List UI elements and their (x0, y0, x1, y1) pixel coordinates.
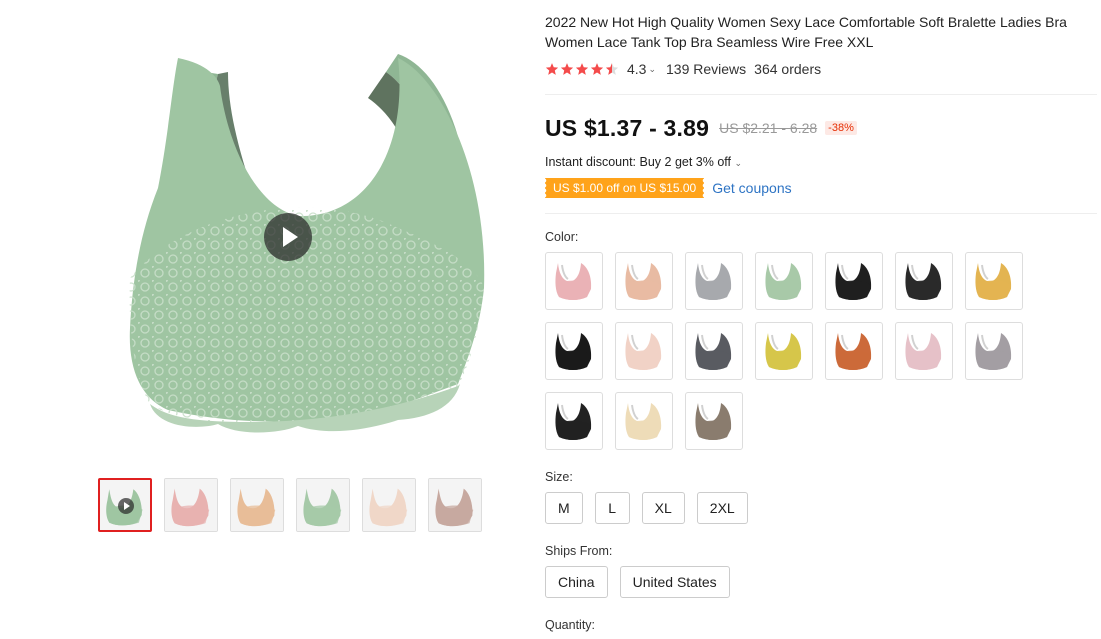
thumb-green[interactable] (296, 478, 350, 532)
ships-from-option[interactable]: United States (619, 566, 730, 598)
size-options: M L XL 2XL (545, 492, 1095, 524)
color-swatch[interactable] (965, 322, 1023, 380)
star-icon (605, 62, 619, 76)
color-swatch[interactable] (685, 392, 743, 450)
ships-from-label: Ships From: (545, 544, 613, 558)
divider (545, 94, 1097, 95)
thumb-green-video[interactable] (98, 478, 152, 532)
thumbnail-strip (98, 478, 482, 532)
play-icon (118, 498, 134, 514)
color-swatch[interactable] (545, 322, 603, 380)
rating-row: 4.3 ⌄ 139 Reviews 364 orders (545, 60, 1095, 78)
chevron-down-icon: ⌄ (734, 158, 743, 168)
size-option[interactable]: XL (641, 492, 685, 524)
ships-from-option[interactable]: China (545, 566, 608, 598)
color-swatch[interactable] (825, 322, 883, 380)
color-swatch[interactable] (615, 322, 673, 380)
color-swatch[interactable] (965, 252, 1023, 310)
get-coupons-link[interactable]: Get coupons (712, 180, 791, 196)
size-option[interactable]: L (594, 492, 630, 524)
color-label: Color: (545, 230, 579, 244)
color-swatch[interactable] (615, 392, 673, 450)
original-price: US $2.21 - 6.28 (719, 120, 818, 136)
divider (545, 213, 1097, 214)
size-option[interactable]: M (545, 492, 583, 524)
ships-from-options: China United States (545, 566, 1095, 598)
discount-badge: -38% (825, 121, 857, 135)
star-icon (545, 62, 559, 76)
thumb-nude[interactable] (230, 478, 284, 532)
color-swatch[interactable] (895, 322, 953, 380)
current-price: US $1.37 - 3.89 (545, 114, 710, 141)
product-info: 2022 New Hot High Quality Women Sexy Lac… (543, 12, 1097, 632)
thumb-folded[interactable] (362, 478, 416, 532)
instant-discount-text: Instant discount: Buy 2 get 3% off (545, 155, 731, 169)
reviews-link[interactable]: 139 Reviews (666, 61, 746, 77)
star-icon (590, 62, 604, 76)
color-swatch[interactable] (685, 252, 743, 310)
star-icon (560, 62, 574, 76)
product-title: 2022 New Hot High Quality Women Sexy Lac… (545, 14, 1067, 50)
color-swatch[interactable] (755, 252, 813, 310)
instant-discount[interactable]: Instant discount: Buy 2 get 3% off ⌄ (545, 155, 1095, 171)
star-rating (545, 62, 619, 76)
play-video-button[interactable] (264, 213, 312, 261)
star-icon (575, 62, 589, 76)
color-swatches (545, 252, 1095, 450)
rating-value[interactable]: 4.3 (627, 61, 646, 77)
color-swatch[interactable] (615, 252, 673, 310)
orders-count: 364 orders (754, 61, 822, 77)
size-option[interactable]: 2XL (696, 492, 748, 524)
color-swatch[interactable] (895, 252, 953, 310)
main-product-image[interactable] (68, 28, 508, 458)
coupon-badge[interactable]: US $1.00 off on US $15.00 (543, 178, 705, 198)
quantity-label: Quantity: (545, 618, 596, 632)
coupon-row: US $1.00 off on US $15.00 Get coupons (543, 177, 1095, 199)
thumb-model[interactable] (428, 478, 482, 532)
color-swatch[interactable] (825, 252, 883, 310)
size-label: Size: (545, 470, 573, 484)
color-swatch[interactable] (755, 322, 813, 380)
color-swatch[interactable] (545, 392, 603, 450)
thumb-pink[interactable] (164, 478, 218, 532)
color-swatch[interactable] (685, 322, 743, 380)
price-row: US $1.37 - 3.89 US $2.21 - 6.28 -38% (545, 113, 1095, 143)
color-swatch[interactable] (545, 252, 603, 310)
chevron-down-icon[interactable]: ⌄ (648, 64, 656, 75)
